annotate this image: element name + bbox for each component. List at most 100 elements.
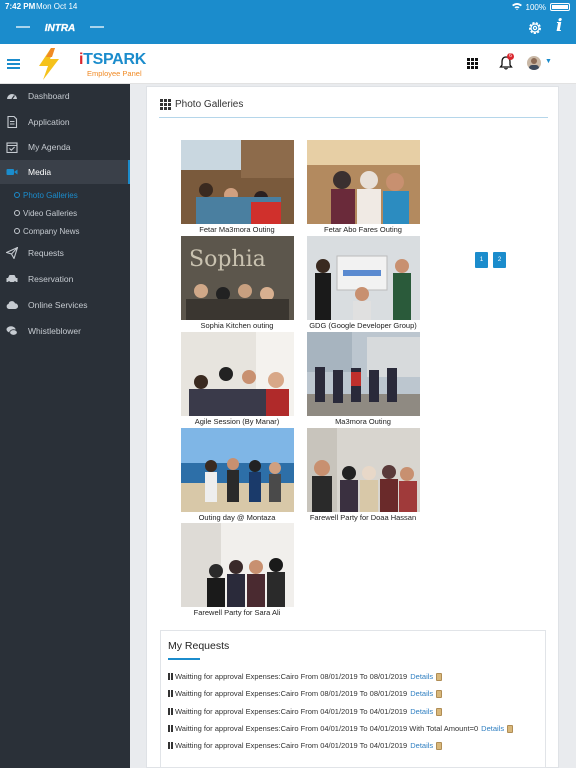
request-row: Waitting for approval Expenses:Cairo Fro… [168, 672, 443, 681]
lightning-bolt-logo [39, 48, 59, 80]
sidebar-item-online-services[interactable]: Online Services [0, 293, 130, 317]
circle-icon [14, 192, 20, 198]
gallery-thumbnail[interactable] [181, 523, 294, 607]
pause-icon [168, 690, 173, 697]
sidebar-item-my-agenda[interactable]: My Agenda [0, 135, 130, 159]
gallery-thumbnail[interactable] [307, 140, 420, 224]
brand-header: iTSPARK Employee Panel [0, 44, 576, 84]
sidebar-item-whistleblower[interactable]: Whistleblower [0, 319, 130, 343]
gallery-caption[interactable]: Outing day @ Montaza [167, 513, 307, 522]
gallery-thumbnail[interactable] [307, 428, 420, 512]
app-top-bar: 7:42 PM Mon Oct 14 100% INTRA i [0, 0, 576, 44]
file-icon [6, 116, 18, 128]
gallery-thumbnail[interactable] [181, 140, 294, 224]
details-link[interactable]: Details [410, 689, 433, 698]
grid-icon [160, 99, 171, 110]
settings-gear-icon[interactable] [527, 20, 543, 36]
gallery-thumbnail[interactable] [181, 332, 294, 416]
sidebar-subitem-label: Company News [23, 226, 80, 236]
details-link[interactable]: Details [481, 724, 504, 733]
details-link[interactable]: Details [410, 707, 433, 716]
sidebar: Dashboard Application My Agenda Media Ph… [0, 84, 130, 768]
page-button-1[interactable]: 1 [475, 252, 488, 268]
sidebar-item-dashboard[interactable]: Dashboard [0, 84, 130, 108]
request-row: Waitting for approval Expenses:Cairo Fro… [168, 689, 443, 698]
brand-name: iTSPARK [79, 52, 146, 68]
request-text: Waitting for approval Expenses:Cairo Fro… [175, 724, 479, 733]
gallery-caption[interactable]: Agile Session (By Manar) [167, 417, 307, 426]
paper-plane-icon [6, 247, 18, 259]
sidebar-item-label: Online Services [28, 300, 88, 310]
sidebar-subitem-company-news[interactable]: Company News [14, 224, 79, 238]
pause-icon [168, 725, 173, 732]
gallery-thumbnail[interactable] [307, 236, 420, 320]
clipboard-icon[interactable] [436, 672, 443, 681]
request-row: Waitting for approval Expenses:Cairo Fro… [168, 741, 443, 750]
clipboard-icon[interactable] [507, 724, 514, 733]
gallery-caption[interactable]: Sophia Kitchen outing [167, 321, 307, 330]
clipboard-icon[interactable] [436, 707, 443, 716]
circle-icon [14, 210, 20, 216]
sidebar-item-label: Whistleblower [28, 326, 81, 336]
comments-icon [6, 325, 18, 337]
clipboard-icon[interactable] [436, 741, 443, 750]
cloud-icon [6, 299, 18, 311]
panel-title: Photo Galleries [160, 99, 243, 110]
battery-icon [550, 3, 570, 11]
sidebar-item-label: Application [28, 117, 70, 127]
pause-icon [168, 673, 173, 680]
wifi-icon [511, 2, 522, 12]
sidebar-item-label: My Agenda [28, 142, 71, 152]
pause-icon [168, 742, 173, 749]
request-row: Waitting for approval Expenses:Cairo Fro… [168, 724, 514, 733]
gallery-caption[interactable]: Fetar Abo Fares Outing [293, 225, 433, 234]
calendar-check-icon [6, 141, 18, 153]
sidebar-item-label: Media [28, 167, 52, 177]
pause-icon [168, 708, 173, 715]
info-icon[interactable]: i [556, 16, 562, 36]
sidebar-item-media[interactable]: Media [0, 160, 130, 184]
sidebar-subitem-label: Video Galleries [23, 208, 78, 218]
my-requests-card: My Requests Waitting for approval Expens… [160, 630, 546, 768]
request-text: Waitting for approval Expenses:Cairo Fro… [175, 741, 408, 750]
sidebar-item-reservation[interactable]: Reservation [0, 267, 130, 291]
details-link[interactable]: Details [410, 741, 433, 750]
circle-icon [14, 228, 20, 234]
svg-text:Sophia: Sophia [189, 247, 266, 272]
avatar-dropdown-caret-icon[interactable]: ▼ [545, 58, 552, 65]
status-indicators: 100% [511, 2, 570, 12]
gallery-thumbnail[interactable] [307, 332, 420, 416]
sidebar-subitem-video-galleries[interactable]: Video Galleries [14, 206, 77, 220]
request-text: Waitting for approval Expenses:Cairo Fro… [175, 672, 408, 681]
user-avatar[interactable] [527, 56, 541, 70]
request-row: Waitting for approval Expenses:Cairo Fro… [168, 707, 443, 716]
panel-title-text: Photo Galleries [175, 99, 244, 110]
gallery-thumbnail[interactable] [181, 428, 294, 512]
intra-logo-text: INTRA [45, 23, 76, 34]
gallery-caption[interactable]: Farewell Party for Doaa Hassan [293, 513, 433, 522]
video-camera-icon [6, 166, 18, 178]
gallery-thumbnail[interactable]: Sophia [181, 236, 294, 320]
brand-name-rest: TSPARK [83, 51, 146, 68]
title-underline [159, 117, 548, 118]
sidebar-subitem-photo-galleries[interactable]: Photo Galleries [14, 188, 78, 202]
gallery-caption[interactable]: Farewell Party for Sara Ali [167, 608, 307, 617]
page-button-2[interactable]: 2 [493, 252, 506, 268]
gallery-caption[interactable]: Fetar Ma3mora Outing [167, 225, 307, 234]
clipboard-icon[interactable] [436, 689, 443, 698]
sidebar-item-label: Requests [28, 248, 64, 258]
intra-logo: INTRA [16, 22, 104, 34]
status-date: Mon Oct 14 [36, 2, 78, 11]
battery-percent: 100% [525, 2, 546, 12]
hamburger-menu-icon[interactable] [7, 59, 20, 69]
my-requests-title: My Requests [168, 640, 230, 652]
apps-grid-icon[interactable] [467, 58, 478, 69]
gallery-caption[interactable]: GDG (Google Developer Group) [293, 321, 433, 330]
details-link[interactable]: Details [410, 672, 433, 681]
request-text: Waitting for approval Expenses:Cairo Fro… [175, 707, 408, 716]
gallery-caption[interactable]: Ma3mora Outing [293, 417, 433, 426]
sidebar-item-application[interactable]: Application [0, 110, 130, 134]
request-text: Waitting for approval Expenses:Cairo Fro… [175, 689, 408, 698]
dashboard-icon [6, 90, 18, 102]
sidebar-item-requests[interactable]: Requests [0, 241, 130, 265]
